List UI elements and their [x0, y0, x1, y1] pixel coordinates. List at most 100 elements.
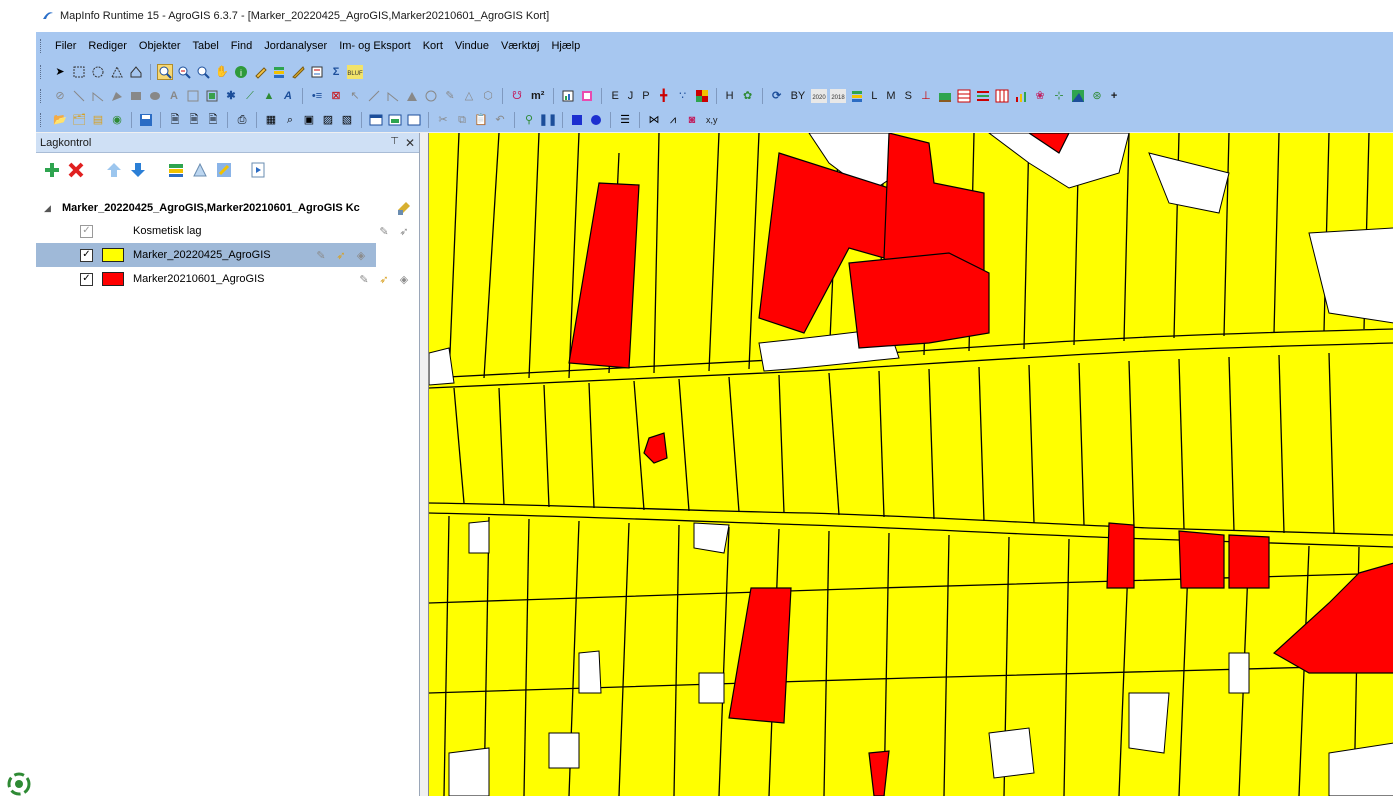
- open-folder-icon[interactable]: 📂: [52, 112, 68, 128]
- toolbar-grip[interactable]: [40, 65, 43, 79]
- menu-find[interactable]: Find: [225, 40, 258, 52]
- new-table-icon[interactable]: ▤: [90, 112, 106, 128]
- image-icon[interactable]: [1070, 88, 1086, 104]
- dots-icon[interactable]: ∵: [675, 88, 691, 104]
- polygon-tool-icon[interactable]: [109, 88, 125, 104]
- bluf-icon[interactable]: BLUF: [347, 64, 363, 80]
- j-button[interactable]: J: [625, 88, 637, 104]
- redistrict-icon[interactable]: ▧: [339, 112, 355, 128]
- mountain-tool-icon[interactable]: ▲: [261, 88, 277, 104]
- label-icon[interactable]: ◈: [397, 272, 411, 286]
- visibility-checkbox[interactable]: ✓: [80, 224, 93, 238]
- line-tool-icon[interactable]: [71, 88, 87, 104]
- m2-button[interactable]: m²: [528, 88, 547, 104]
- visibility-checkbox[interactable]: ✓: [80, 248, 93, 262]
- menu-vindue[interactable]: Vindue: [449, 40, 495, 52]
- s-button[interactable]: S: [902, 88, 915, 104]
- open-workspace-icon[interactable]: 🗂: [71, 112, 87, 128]
- rectangle-tool-icon[interactable]: [128, 88, 144, 104]
- ortho-2020-icon[interactable]: 2020: [811, 88, 828, 104]
- l-button[interactable]: L: [868, 88, 880, 104]
- options-icon[interactable]: [248, 160, 268, 180]
- menu-grip[interactable]: [40, 39, 43, 53]
- camera-icon[interactable]: ◙: [684, 112, 700, 128]
- grid-cross-icon[interactable]: ╋: [656, 88, 672, 104]
- angle-icon[interactable]: ⩘: [665, 112, 681, 128]
- ruler-icon[interactable]: [290, 64, 306, 80]
- change-view-icon[interactable]: [195, 64, 211, 80]
- label-icon[interactable]: ◈: [354, 248, 368, 262]
- layer-style-swatch[interactable]: [102, 248, 124, 262]
- colored-grid-icon[interactable]: [694, 88, 710, 104]
- refresh-icon[interactable]: ⟳: [769, 88, 785, 104]
- window-2-icon[interactable]: [387, 112, 403, 128]
- window-3-icon[interactable]: [406, 112, 422, 128]
- editable-icon[interactable]: ✎: [357, 272, 371, 286]
- flower-icon[interactable]: ❀: [1032, 88, 1048, 104]
- paste-icon[interactable]: 📋: [473, 112, 489, 128]
- visibility-checkbox[interactable]: ✓: [80, 272, 93, 286]
- layer-control-icon[interactable]: [271, 64, 287, 80]
- report-icon[interactable]: [560, 88, 576, 104]
- label-settings-icon[interactable]: [214, 160, 234, 180]
- save-copy-icon[interactable]: 🗎: [205, 112, 221, 128]
- zoom-out-icon[interactable]: [176, 64, 192, 80]
- frame-tool-icon[interactable]: [185, 88, 201, 104]
- selectable-icon[interactable]: ➶: [377, 272, 391, 286]
- find-icon[interactable]: ⌕: [282, 112, 298, 128]
- remove-layer-icon[interactable]: [66, 160, 86, 180]
- cut-icon[interactable]: ✂: [435, 112, 451, 128]
- field-map-icon[interactable]: [937, 88, 953, 104]
- close-icon[interactable]: ✕: [405, 136, 415, 150]
- map-window-node[interactable]: ◢ Marker_20220425_AgroGIS,Marker20210601…: [36, 197, 419, 219]
- blue-square-icon[interactable]: [569, 112, 585, 128]
- select-arrow-icon[interactable]: ➤: [52, 64, 68, 80]
- window-1-icon[interactable]: [368, 112, 384, 128]
- pin-icon[interactable]: ⊤: [390, 136, 399, 150]
- symbol-tool-icon[interactable]: ⊘: [52, 88, 68, 104]
- hotlink-icon[interactable]: ⚲: [521, 112, 537, 128]
- line-gray-icon[interactable]: [366, 88, 382, 104]
- add-node-icon[interactable]: ✱: [223, 88, 239, 104]
- ortho-2018-icon[interactable]: 2018: [830, 88, 847, 104]
- split-line-icon[interactable]: ⟋: [242, 88, 258, 104]
- save-wor-icon[interactable]: 🗎: [186, 112, 202, 128]
- move-up-icon[interactable]: [104, 160, 124, 180]
- blue-circle-icon[interactable]: [588, 112, 604, 128]
- bars-icon[interactable]: [975, 88, 991, 104]
- info-icon[interactable]: i: [233, 64, 249, 80]
- e-button[interactable]: E: [608, 88, 621, 104]
- layer-row-marker-2021[interactable]: ✓ Marker20210601_AgroGIS ✎ ➶ ◈: [36, 267, 419, 291]
- layer-row-cosmetic[interactable]: ✓ Kosmetisk lag ✎ ➶: [36, 219, 419, 243]
- by-button[interactable]: BY: [788, 88, 809, 104]
- menu-im-og-eksport[interactable]: Im- og Eksport: [333, 40, 417, 52]
- layout-icon[interactable]: ▣: [301, 112, 317, 128]
- target-icon[interactable]: ⊛: [1089, 88, 1105, 104]
- shape-gray-icon[interactable]: ⬡: [480, 88, 496, 104]
- export-icon[interactable]: [579, 88, 595, 104]
- text-tool-icon[interactable]: A: [166, 88, 182, 104]
- h-button[interactable]: H: [723, 88, 737, 104]
- menu-vaerktoej[interactable]: Værktøj: [495, 40, 546, 52]
- area-measure-icon[interactable]: ☋: [509, 88, 525, 104]
- polyline-gray-icon[interactable]: [385, 88, 401, 104]
- circle-gray-icon[interactable]: [423, 88, 439, 104]
- menu-kort[interactable]: Kort: [417, 40, 449, 52]
- layers-stack-icon[interactable]: [849, 88, 865, 104]
- thematic-icon[interactable]: [190, 160, 210, 180]
- reshape-tool-icon[interactable]: [204, 88, 220, 104]
- polygon-gray-icon[interactable]: [404, 88, 420, 104]
- selectable-icon[interactable]: ➶: [334, 248, 348, 262]
- pencil-gray-icon[interactable]: ✎: [442, 88, 458, 104]
- field-map[interactable]: [429, 133, 1393, 796]
- menu-filer[interactable]: Filer: [49, 40, 82, 52]
- triangle-gray-icon[interactable]: △: [461, 88, 477, 104]
- menu-jordanalyser[interactable]: Jordanalyser: [258, 40, 333, 52]
- area-check-icon[interactable]: ⊠: [328, 88, 344, 104]
- polyline-tool-icon[interactable]: [90, 88, 106, 104]
- save-table-icon[interactable]: 🗎: [167, 112, 183, 128]
- menu-rediger[interactable]: Rediger: [82, 40, 133, 52]
- chart-icon[interactable]: [1013, 88, 1029, 104]
- label-tool-icon[interactable]: [252, 64, 268, 80]
- polygon-select-icon[interactable]: [109, 64, 125, 80]
